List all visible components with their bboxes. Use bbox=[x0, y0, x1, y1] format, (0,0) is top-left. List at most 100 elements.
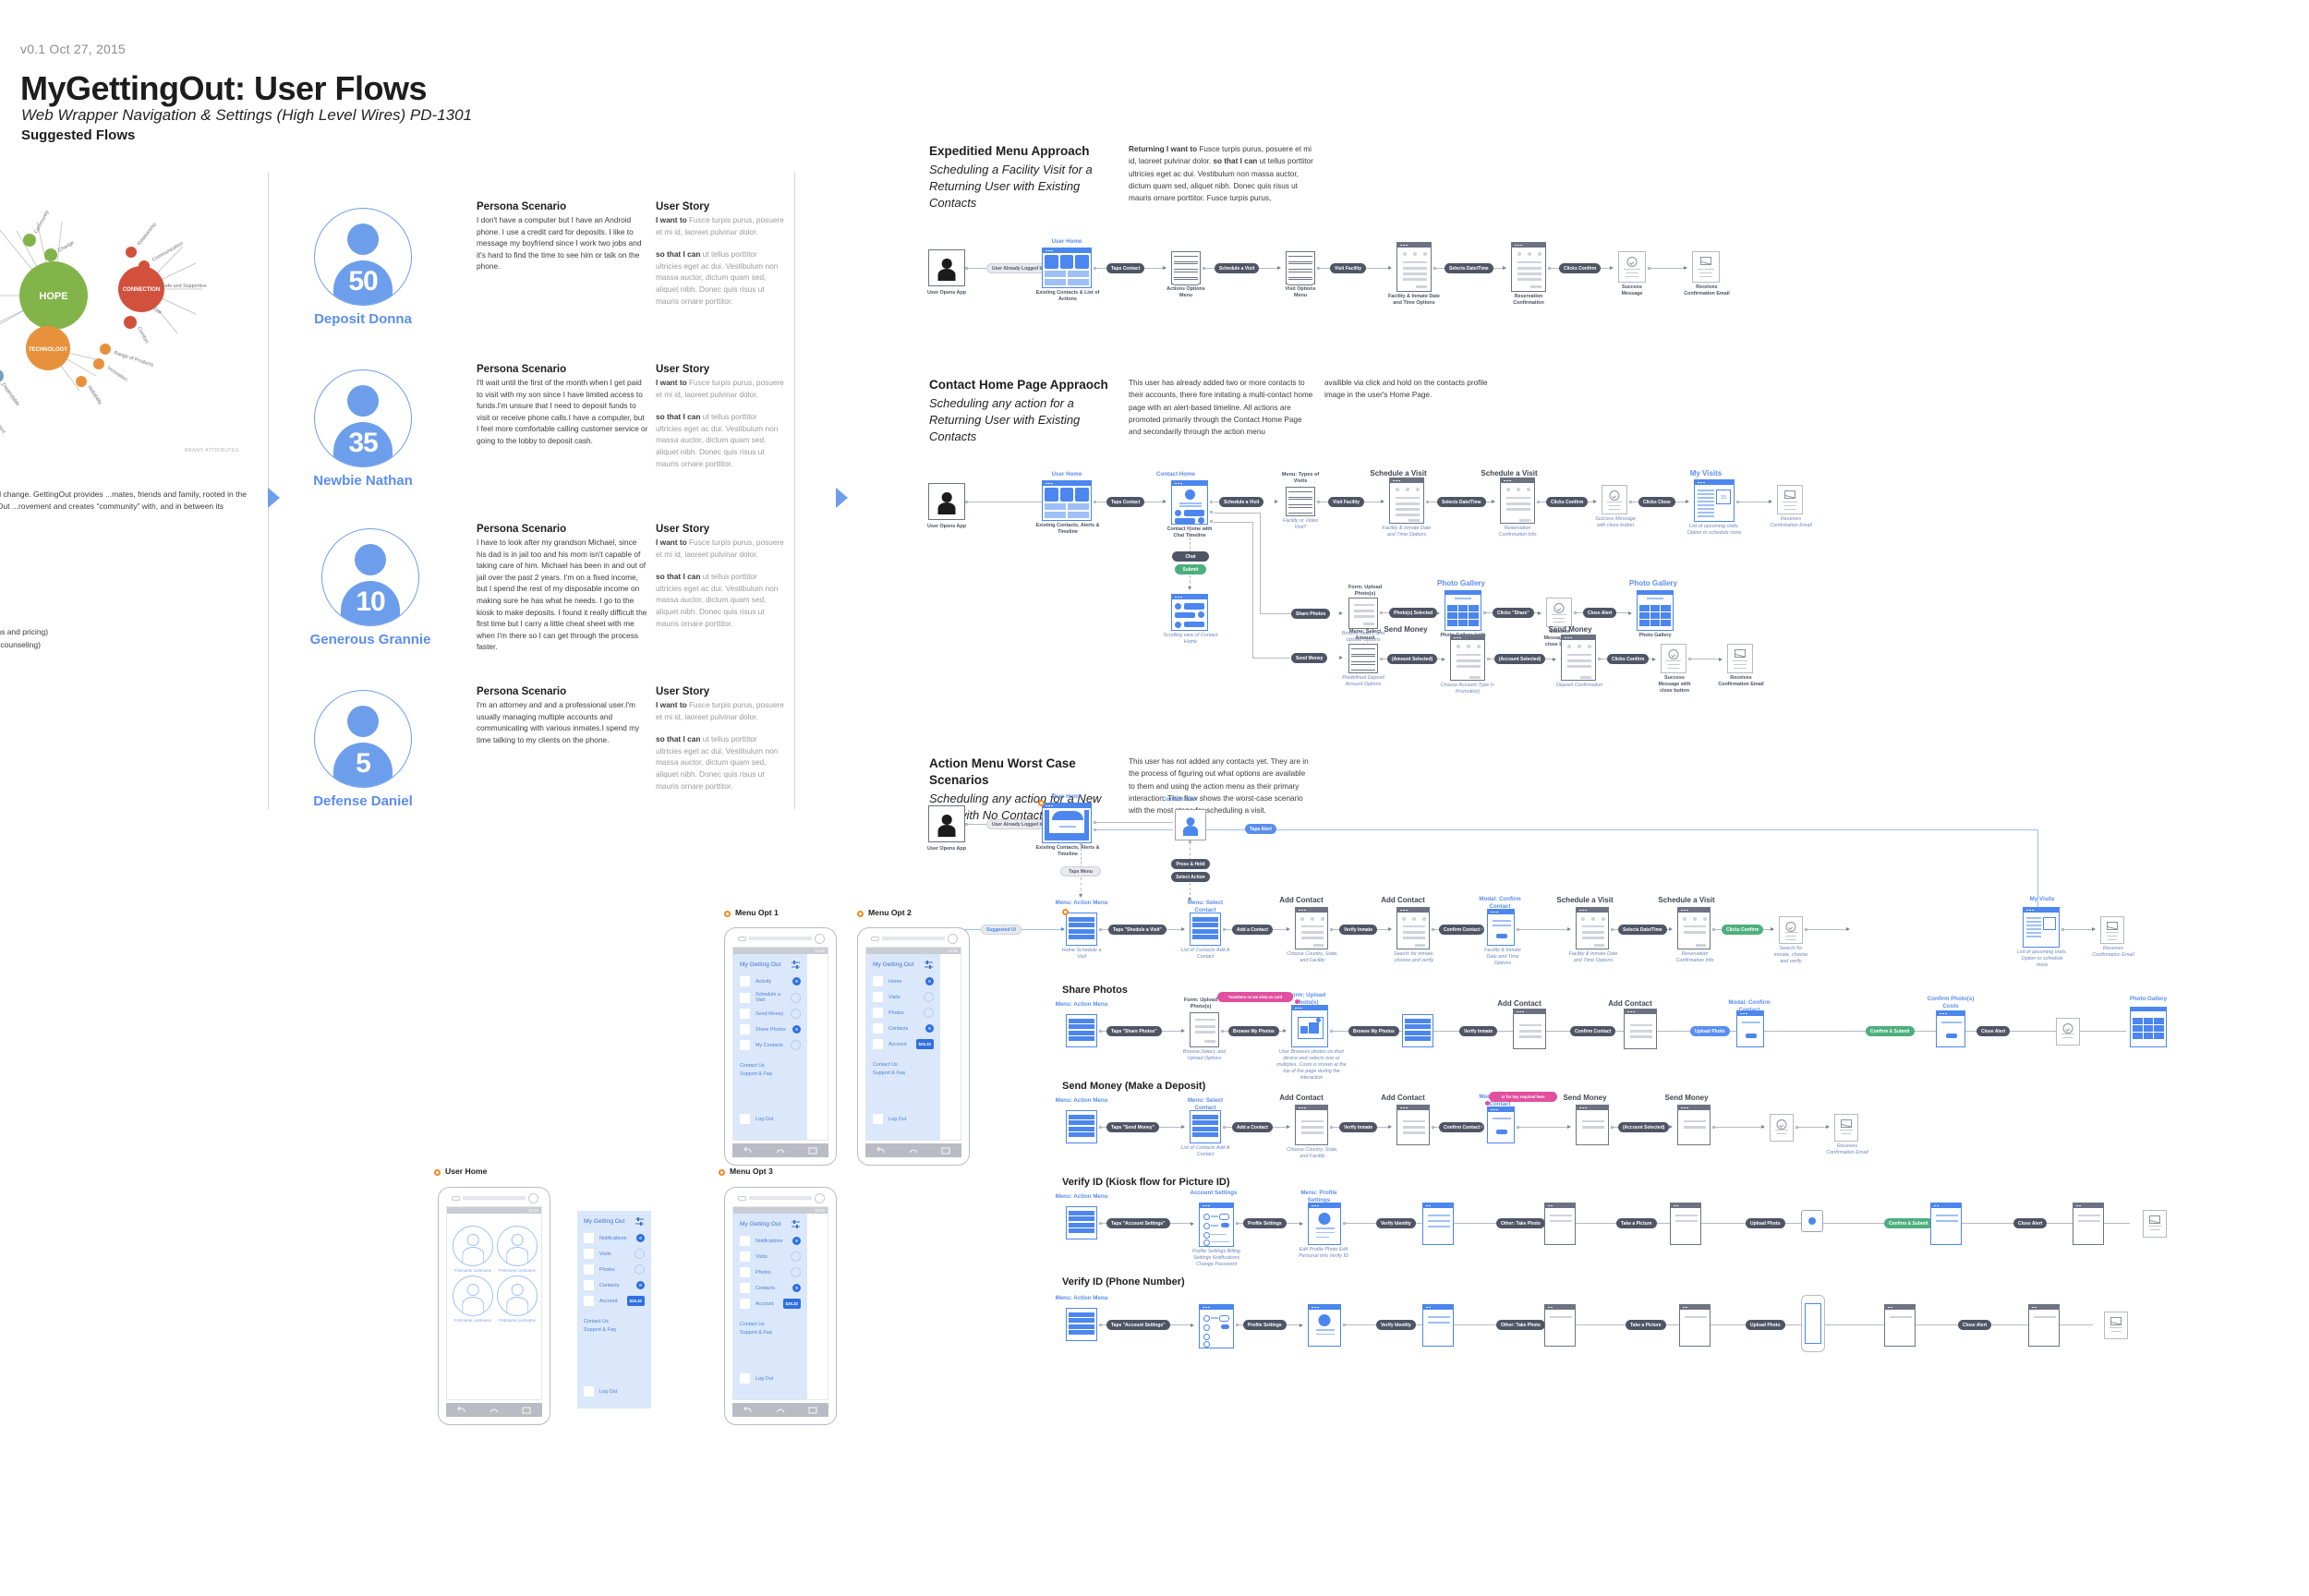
checkbox[interactable] bbox=[740, 1040, 750, 1050]
settings-sliders-icon bbox=[925, 961, 933, 969]
logout-item[interactable]: Log Out bbox=[866, 1111, 940, 1127]
menu-links[interactable]: Contact Us Support & Faq bbox=[577, 1309, 651, 1335]
menu-item[interactable]: Send Money bbox=[733, 1006, 807, 1022]
back-icon[interactable] bbox=[732, 1403, 765, 1417]
android-nav-bar[interactable] bbox=[446, 1403, 542, 1417]
android-nav-bar[interactable] bbox=[865, 1143, 961, 1157]
contact-us-link[interactable]: Contact Us bbox=[584, 1318, 645, 1326]
menu-item[interactable]: Photos bbox=[577, 1262, 651, 1277]
android-nav-bar[interactable] bbox=[732, 1143, 828, 1157]
checkbox[interactable] bbox=[740, 1009, 750, 1019]
flow-expedited-heading: Expeditied Menu Approach Scheduling a Fa… bbox=[929, 144, 1093, 211]
home-icon[interactable] bbox=[478, 1403, 511, 1417]
checkbox[interactable] bbox=[740, 1236, 750, 1246]
recents-icon[interactable] bbox=[796, 1403, 828, 1417]
checkbox[interactable] bbox=[740, 976, 750, 986]
menu-item[interactable]: Account $25.32 bbox=[577, 1293, 651, 1309]
checkbox[interactable] bbox=[584, 1233, 594, 1243]
menu-item[interactable]: Account $25.32 bbox=[866, 1036, 940, 1052]
home-icon[interactable] bbox=[898, 1143, 930, 1157]
menu-item[interactable]: Contacts 0 bbox=[577, 1277, 651, 1293]
screen-add-contact-2 bbox=[1396, 907, 1430, 949]
checkbox[interactable] bbox=[740, 992, 750, 1003]
menu-item[interactable]: Home 0 bbox=[866, 973, 940, 989]
support-faq-link[interactable]: Support & Faq bbox=[740, 1329, 801, 1337]
status-bar: 12:45 bbox=[447, 1207, 541, 1214]
node-caption: Receives Confirmation Email bbox=[1770, 516, 1812, 529]
checkbox[interactable] bbox=[584, 1264, 594, 1275]
contact-us-link[interactable]: Contact Us bbox=[873, 1061, 934, 1070]
phone-verify-preview bbox=[1801, 1295, 1825, 1352]
support-faq-link[interactable]: Support & Faq bbox=[584, 1326, 645, 1335]
screen-contact-home-scroll bbox=[1171, 594, 1208, 631]
checkbox[interactable] bbox=[740, 1267, 750, 1277]
support-faq-link[interactable]: Support & Faq bbox=[873, 1070, 934, 1078]
contact-avatar[interactable] bbox=[497, 1276, 538, 1316]
menu-item[interactable]: Photos bbox=[866, 1005, 940, 1021]
home-icon[interactable] bbox=[765, 1143, 797, 1157]
contact-us-link[interactable]: Contact Us bbox=[740, 1321, 801, 1329]
recents-icon[interactable] bbox=[510, 1403, 542, 1417]
back-icon[interactable] bbox=[865, 1143, 898, 1157]
checkbox[interactable] bbox=[740, 1251, 750, 1262]
checkbox[interactable] bbox=[740, 1299, 750, 1309]
svg-text:Relationship: Relationship bbox=[137, 222, 158, 247]
checkbox[interactable] bbox=[740, 1114, 750, 1124]
checkbox[interactable] bbox=[873, 1039, 883, 1049]
menu-links[interactable]: Contact Us Support & Faq bbox=[866, 1052, 940, 1078]
checkbox[interactable] bbox=[740, 1283, 750, 1293]
menu-item[interactable]: Photos bbox=[733, 1264, 807, 1280]
checkbox[interactable] bbox=[584, 1296, 594, 1306]
checkbox[interactable] bbox=[740, 1373, 750, 1384]
checkbox[interactable] bbox=[584, 1386, 594, 1396]
persona-story-col: User Story I want to Fusce turpis purus,… bbox=[656, 364, 784, 468]
menu-item[interactable]: Visits bbox=[577, 1246, 651, 1262]
support-faq-link[interactable]: Support & Faq bbox=[740, 1070, 801, 1079]
home-icon[interactable] bbox=[765, 1403, 797, 1417]
edge-label: Schedule a Visit bbox=[1219, 497, 1264, 507]
back-icon[interactable] bbox=[446, 1403, 478, 1417]
persona-age: 50 bbox=[348, 266, 378, 296]
checkbox[interactable] bbox=[873, 992, 883, 1002]
contact-avatar[interactable] bbox=[453, 1226, 493, 1266]
checkbox[interactable] bbox=[740, 1024, 750, 1034]
menu-item[interactable]: Notifications 0 bbox=[577, 1230, 651, 1246]
logout-item[interactable]: Log Out bbox=[733, 1111, 807, 1127]
recents-icon[interactable] bbox=[796, 1143, 828, 1157]
screen-actions-menu bbox=[1171, 251, 1201, 286]
checkbox[interactable] bbox=[873, 1008, 883, 1018]
menu-item[interactable]: Visits bbox=[866, 989, 940, 1005]
menu-item[interactable]: Account $25.32 bbox=[733, 1296, 807, 1312]
menu-item[interactable]: My Contacts bbox=[733, 1037, 807, 1053]
mockup-caption: Menu Opt 1 bbox=[735, 908, 779, 917]
logout-item[interactable]: Log Out bbox=[577, 1384, 651, 1399]
menu-links[interactable]: Contact Us Support & Faq bbox=[733, 1053, 807, 1079]
contact-us-link[interactable]: Contact Us bbox=[740, 1062, 801, 1070]
checkbox[interactable] bbox=[584, 1249, 594, 1259]
contact-avatar[interactable] bbox=[453, 1276, 493, 1316]
node-caption: Predefined Deposit Amount Options bbox=[1342, 675, 1384, 688]
menu-item[interactable]: Share Photos 0 bbox=[733, 1022, 807, 1037]
node-caption: Facility & Inmate Date and Time Options bbox=[1568, 951, 1618, 964]
screen-reservation-confirmation bbox=[1677, 907, 1711, 949]
menu-links[interactable]: Contact Us Support & Faq bbox=[733, 1312, 807, 1337]
recents-icon[interactable] bbox=[929, 1143, 961, 1157]
menu-item[interactable]: Activity 0 bbox=[733, 973, 807, 989]
menu-item[interactable]: Visits bbox=[733, 1249, 807, 1264]
edge-label: User Already Logged In bbox=[986, 263, 1049, 273]
logout-item[interactable]: Log Out bbox=[733, 1371, 807, 1386]
menu-item[interactable]: Contacts 0 bbox=[733, 1280, 807, 1296]
menu-item[interactable]: Schedule a Visit bbox=[733, 989, 807, 1006]
menu-item[interactable]: Notifications 0 bbox=[733, 1233, 807, 1249]
checkbox[interactable] bbox=[584, 1280, 594, 1290]
contact-name: Firstname Lastname bbox=[498, 1318, 537, 1323]
checkbox[interactable] bbox=[873, 1114, 883, 1124]
checkbox[interactable] bbox=[873, 976, 883, 986]
contact-avatar[interactable] bbox=[497, 1226, 538, 1266]
back-icon[interactable] bbox=[732, 1143, 765, 1157]
menu-item[interactable]: Contacts 0 bbox=[866, 1021, 940, 1036]
node-title: Send Money bbox=[1384, 625, 1428, 634]
android-nav-bar[interactable] bbox=[732, 1403, 828, 1417]
checkbox[interactable] bbox=[873, 1023, 883, 1034]
node-caption: Profile Settings Billing Settings Notifi… bbox=[1191, 1249, 1241, 1268]
